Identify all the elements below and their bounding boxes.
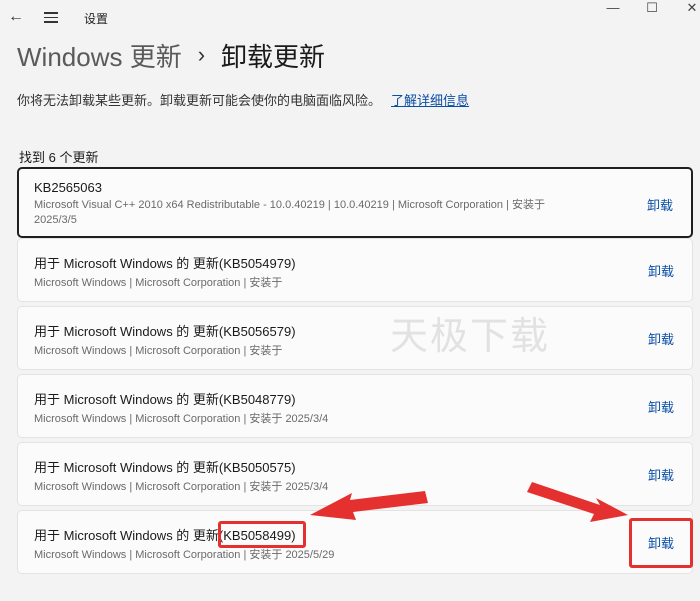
update-details: Microsoft Windows | Microsoft Corporatio… xyxy=(34,481,329,493)
update-title: KB2565063 xyxy=(34,180,102,195)
update-details: Microsoft Windows | Microsoft Corporatio… xyxy=(34,549,335,561)
page-title: 卸载更新 xyxy=(221,41,326,72)
update-row-kb2565063[interactable]: KB2565063 Microsoft Visual C++ 2010 x64 … xyxy=(17,167,693,238)
update-title: 用于 Microsoft Windows 的 更新(KB5056579) xyxy=(34,324,296,339)
minimize-icon[interactable]: — xyxy=(597,0,629,20)
update-row-kb5050575[interactable]: 用于 Microsoft Windows 的 更新(KB5050575) Mic… xyxy=(17,442,693,506)
update-row-kb5048779[interactable]: 用于 Microsoft Windows 的 更新(KB5048779) Mic… xyxy=(17,374,693,438)
update-details: Microsoft Visual C++ 2010 x64 Redistribu… xyxy=(34,199,545,226)
update-title: 用于 Microsoft Windows 的 更新(KB5054979) xyxy=(34,256,296,271)
uninstall-button[interactable]: 卸载 xyxy=(648,465,674,484)
hamburger-menu-icon[interactable] xyxy=(41,7,61,27)
learn-more-link[interactable]: 了解详细信息 xyxy=(391,90,469,109)
chevron-right-icon: › xyxy=(197,42,206,67)
update-row-kb5056579[interactable]: 用于 Microsoft Windows 的 更新(KB5056579) Mic… xyxy=(17,306,693,370)
maximize-icon[interactable]: ☐ xyxy=(636,0,668,20)
update-count: 找到 6 个更新 xyxy=(19,150,99,165)
update-details: Microsoft Windows | Microsoft Corporatio… xyxy=(34,345,283,357)
close-icon[interactable]: ✕ xyxy=(676,0,700,20)
update-row-kb5054979[interactable]: 用于 Microsoft Windows 的 更新(KB5054979) Mic… xyxy=(17,238,693,302)
breadcrumb-windows-update[interactable]: Windows 更新 xyxy=(17,37,182,74)
title-bar: ← 设置 — ☐ ✕ xyxy=(0,0,700,36)
uninstall-button[interactable]: 卸载 xyxy=(648,261,674,280)
update-details: Microsoft Windows | Microsoft Corporatio… xyxy=(34,413,329,425)
uninstall-button[interactable]: 卸载 xyxy=(648,397,674,416)
update-row-kb5058499[interactable]: 用于 Microsoft Windows 的 更新(KB5058499) Mic… xyxy=(17,510,693,574)
update-title: 用于 Microsoft Windows 的 更新(KB5058499) xyxy=(34,528,296,543)
update-details: Microsoft Windows | Microsoft Corporatio… xyxy=(34,277,283,289)
uninstall-button[interactable]: 卸载 xyxy=(648,533,674,552)
update-title: 用于 Microsoft Windows 的 更新(KB5048779) xyxy=(34,392,296,407)
uninstall-button[interactable]: 卸载 xyxy=(648,329,674,348)
update-title: 用于 Microsoft Windows 的 更新(KB5050575) xyxy=(34,460,296,475)
page-description: 你将无法卸载某些更新。卸载更新可能会使你的电脑面临风险。 了解详细信息 xyxy=(17,90,469,109)
breadcrumb: Windows 更新 › 卸载更新 xyxy=(17,38,325,72)
back-arrow-icon[interactable]: ← xyxy=(6,7,26,27)
description-text: 你将无法卸载某些更新。卸载更新可能会使你的电脑面临风险。 xyxy=(17,93,382,108)
uninstall-button[interactable]: 卸载 xyxy=(647,195,673,214)
window-title: 设置 xyxy=(84,12,109,26)
